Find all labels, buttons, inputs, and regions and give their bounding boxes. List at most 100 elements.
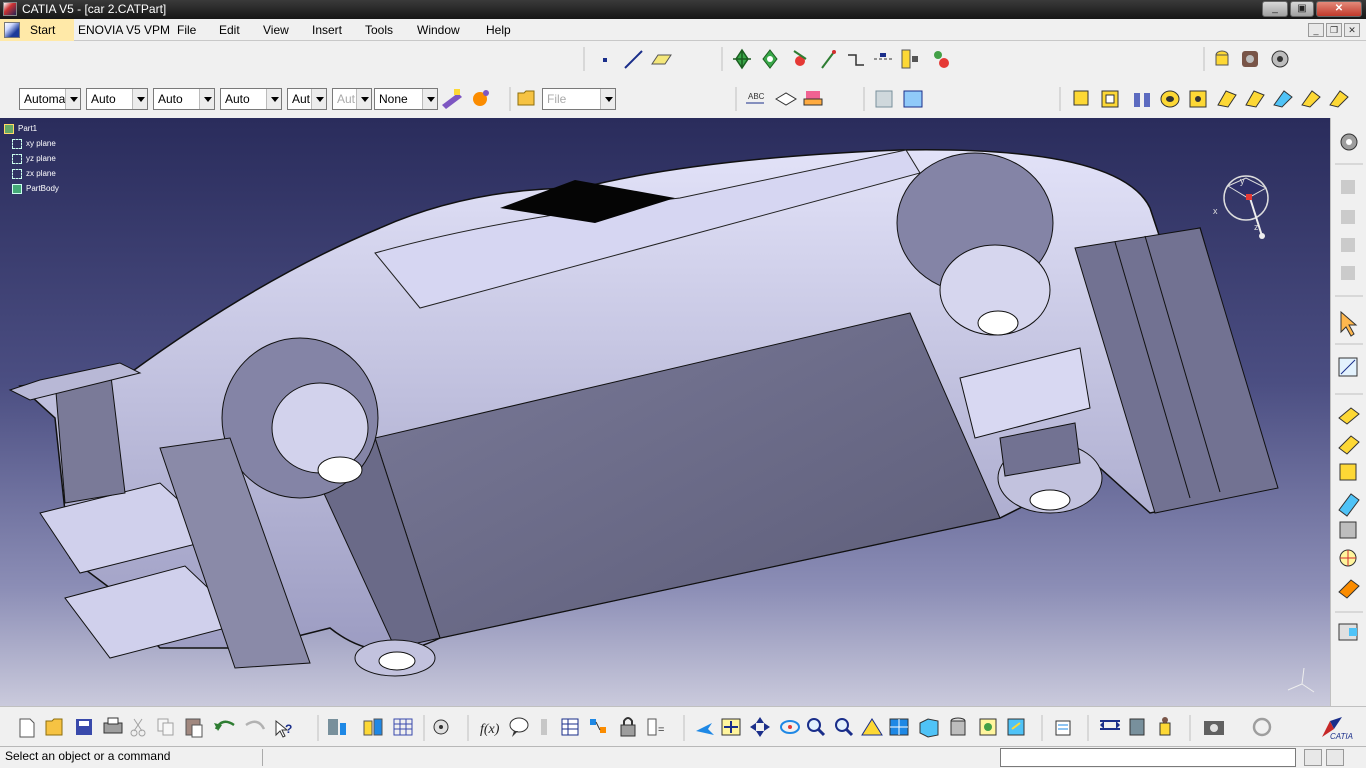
doc-restore-button[interactable]: ❐ bbox=[1326, 23, 1342, 37]
formula-icon[interactable]: f(x) bbox=[480, 722, 500, 737]
menu-enovia[interactable]: ENOVIA V5 VPM bbox=[78, 23, 170, 37]
swap-icon[interactable] bbox=[1007, 718, 1025, 736]
catia-app-icon[interactable] bbox=[3, 2, 17, 16]
axis-icon[interactable] bbox=[821, 50, 836, 69]
draft-icon[interactable] bbox=[1339, 463, 1357, 481]
copy-icon[interactable] bbox=[157, 718, 174, 736]
knowledge-expert-icon[interactable] bbox=[541, 719, 547, 735]
rendering-style-combo[interactable]: None bbox=[374, 88, 438, 110]
compass[interactable]: y x z bbox=[1208, 174, 1278, 244]
multi-section-icon[interactable] bbox=[1273, 90, 1293, 108]
rotate-icon[interactable] bbox=[780, 720, 800, 734]
shaft-icon[interactable] bbox=[1134, 93, 1150, 107]
fit-icon[interactable] bbox=[721, 718, 741, 736]
transparency-combo[interactable]: Aut bbox=[287, 88, 327, 110]
grid-icon[interactable] bbox=[393, 718, 413, 736]
snap-icon[interactable] bbox=[793, 50, 807, 66]
sketcher-icon[interactable] bbox=[1338, 357, 1358, 377]
multi-view-icon[interactable] bbox=[889, 718, 909, 736]
redo-icon[interactable] bbox=[245, 720, 266, 730]
settings-icon[interactable] bbox=[1340, 133, 1358, 151]
close-button[interactable]: ✕ bbox=[1316, 1, 1362, 17]
sketch-icon-2[interactable] bbox=[1341, 210, 1355, 224]
lock-icon[interactable] bbox=[620, 717, 636, 737]
compass-rotate-icon[interactable] bbox=[762, 49, 778, 69]
painter-icon[interactable] bbox=[442, 89, 462, 109]
constraint-icon[interactable] bbox=[848, 54, 864, 66]
pocket-icon[interactable] bbox=[1101, 90, 1119, 108]
point-style-combo[interactable]: Aut bbox=[332, 88, 372, 110]
properties-icon[interactable] bbox=[1055, 720, 1071, 736]
cut-icon[interactable] bbox=[130, 718, 146, 737]
line-icon[interactable] bbox=[624, 50, 643, 69]
measure-item-icon[interactable] bbox=[1129, 718, 1145, 736]
fly-icon[interactable] bbox=[696, 723, 714, 735]
menu-tools[interactable]: Tools bbox=[365, 23, 393, 37]
command-input[interactable] bbox=[1000, 748, 1296, 767]
macro-icon[interactable] bbox=[875, 90, 893, 108]
sketch-icon-4[interactable] bbox=[1341, 266, 1355, 280]
graph-icon[interactable] bbox=[590, 719, 606, 733]
select-arrow-icon[interactable] bbox=[1340, 310, 1358, 337]
table-icon[interactable] bbox=[903, 90, 923, 108]
new-icon[interactable] bbox=[19, 718, 35, 738]
whats-this-icon[interactable]: ? bbox=[275, 719, 292, 738]
tools-icon[interactable] bbox=[328, 719, 346, 735]
tree-node-partbody[interactable]: PartBody bbox=[4, 182, 59, 197]
print-icon[interactable] bbox=[103, 717, 123, 734]
color-combo[interactable]: Auto bbox=[220, 88, 282, 110]
file-combo[interactable]: File bbox=[542, 88, 616, 110]
zoom-in-icon[interactable] bbox=[807, 718, 826, 737]
stiffener-icon[interactable] bbox=[1245, 90, 1265, 108]
chamfer-icon[interactable] bbox=[1338, 435, 1360, 455]
power-input-button[interactable] bbox=[1304, 749, 1322, 766]
wheel-icon[interactable] bbox=[1271, 50, 1289, 68]
hide-show-icon[interactable] bbox=[979, 718, 997, 736]
minimize-button[interactable]: _ bbox=[1262, 1, 1288, 17]
open-icon[interactable] bbox=[45, 718, 63, 736]
material-icon[interactable] bbox=[1242, 51, 1258, 67]
tree-node-zx-plane[interactable]: zx plane bbox=[4, 167, 59, 182]
measure-icon[interactable] bbox=[874, 53, 892, 60]
doc-close-button[interactable]: ✕ bbox=[1344, 23, 1360, 37]
save-icon[interactable] bbox=[76, 719, 92, 735]
comment-icon[interactable] bbox=[509, 717, 529, 737]
paste-icon[interactable] bbox=[185, 718, 203, 738]
shading-icon[interactable] bbox=[950, 717, 966, 736]
menu-file[interactable]: File bbox=[177, 23, 196, 37]
knowledge-icon[interactable] bbox=[934, 51, 949, 68]
measure-between-icon[interactable] bbox=[1100, 720, 1120, 730]
zoom-out-icon[interactable] bbox=[835, 718, 854, 737]
table-icon-bottom[interactable] bbox=[561, 718, 579, 736]
annotation-icon[interactable]: ABC bbox=[746, 92, 765, 104]
hole-feature-icon[interactable] bbox=[1339, 549, 1357, 567]
normal-view-icon[interactable] bbox=[861, 718, 883, 736]
undo-icon[interactable] bbox=[214, 720, 235, 731]
catalog-browser-icon[interactable] bbox=[1215, 50, 1229, 66]
thickness-icon[interactable] bbox=[1339, 521, 1357, 539]
rib-icon[interactable] bbox=[1189, 90, 1207, 108]
reaction-icon[interactable]: = bbox=[647, 718, 664, 736]
apply-material-icon[interactable] bbox=[473, 90, 489, 106]
power-input-clear-button[interactable] bbox=[1326, 749, 1344, 766]
menu-insert[interactable]: Insert bbox=[312, 23, 342, 37]
fit-all-icon[interactable] bbox=[433, 719, 449, 735]
pad-icon[interactable] bbox=[1073, 90, 1089, 106]
menu-view[interactable]: View bbox=[263, 23, 289, 37]
tree-node-yz-plane[interactable]: yz plane bbox=[4, 152, 59, 167]
line-weight-combo[interactable]: Auto bbox=[153, 88, 215, 110]
menu-help[interactable]: Help bbox=[486, 23, 511, 37]
slot-icon[interactable] bbox=[1217, 90, 1237, 108]
menu-window[interactable]: Window bbox=[417, 23, 460, 37]
mass-icon[interactable] bbox=[1159, 717, 1171, 736]
doc-minimize-button[interactable]: _ bbox=[1308, 23, 1324, 37]
tree-node-xy-plane[interactable]: xy plane bbox=[4, 137, 59, 152]
remove-lofted-icon[interactable] bbox=[1329, 90, 1349, 108]
plane-icon[interactable] bbox=[651, 54, 672, 65]
boolean-icon[interactable] bbox=[1338, 579, 1360, 599]
point-icon[interactable] bbox=[603, 58, 607, 62]
compass-move-icon[interactable] bbox=[733, 48, 751, 70]
line-type-combo[interactable]: Auto bbox=[86, 88, 148, 110]
sketch-icon[interactable] bbox=[1341, 180, 1355, 194]
maximize-button[interactable]: ▣ bbox=[1290, 1, 1314, 17]
